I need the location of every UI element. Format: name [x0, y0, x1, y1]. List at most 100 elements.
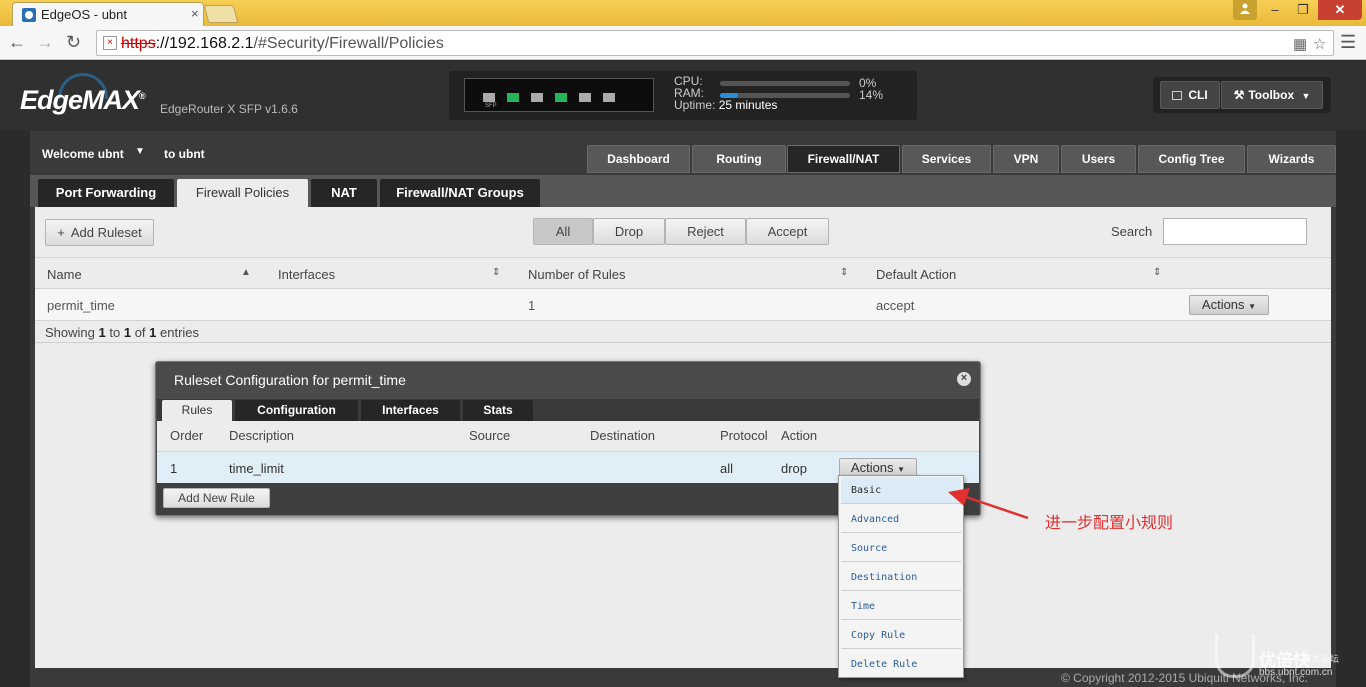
to-user-label: to ubnt — [164, 147, 205, 161]
edgemax-logo: EdgeMAX® — [20, 85, 146, 115]
cpu-bar — [720, 81, 850, 86]
rule-protocol: all — [720, 461, 734, 476]
nav-dashboard[interactable]: Dashboard — [587, 145, 690, 173]
ruleset-default-action: accept — [876, 298, 915, 313]
insecure-lock-icon[interactable]: × — [103, 36, 117, 50]
header-buttons: CLI ⚒ Toolbox ▼ — [1153, 77, 1331, 113]
translate-icon[interactable]: ▦ — [1293, 35, 1307, 53]
sort-icon[interactable]: ⇕ — [1153, 267, 1161, 278]
nav-wizards[interactable]: Wizards — [1247, 145, 1336, 173]
nav-users[interactable]: Users — [1061, 145, 1136, 173]
dialog-tab-stats[interactable]: Stats — [463, 400, 533, 421]
divider — [35, 342, 1331, 343]
rules-table: Order Description Source Destination Pro… — [157, 421, 979, 483]
tab-firewall-nat-groups[interactable]: Firewall/NAT Groups — [380, 179, 540, 207]
uptime-row: Uptime: 25 minutes — [674, 98, 778, 112]
tab-firewall-policies[interactable]: Firewall Policies — [177, 179, 308, 207]
user-profile-icon[interactable] — [1233, 0, 1257, 20]
wrench-icon: ⚒ — [1233, 88, 1245, 102]
filter-all-button[interactable]: All — [533, 218, 593, 245]
filter-drop-button[interactable]: Drop — [593, 218, 665, 245]
terminal-icon — [1172, 91, 1183, 100]
maximize-button[interactable]: ❐ — [1290, 0, 1316, 20]
port-sfp — [483, 93, 495, 102]
nav-services[interactable]: Services — [902, 145, 991, 173]
rule-order: 1 — [170, 461, 178, 476]
port-eth1 — [531, 93, 543, 102]
chevron-down-icon: ▼ — [897, 465, 906, 474]
back-arrow-icon[interactable]: ← — [8, 32, 26, 52]
dialog-tab-interfaces[interactable]: Interfaces — [361, 400, 460, 421]
menu-item-basic[interactable]: Basic — [841, 477, 961, 504]
col-number-of-rules[interactable]: Number of Rules — [528, 267, 626, 282]
browser-toolbar: ← → ↻ × https://192.168.2.1/#Security/Fi… — [0, 26, 1366, 60]
add-ruleset-button[interactable]: + Add Ruleset — [45, 219, 154, 246]
col-order: Order — [170, 428, 204, 443]
col-source: Source — [469, 428, 511, 443]
system-status: SFP CPU: RAM: Uptime: 25 minutes 0% 14% — [449, 71, 917, 120]
nav-config-tree[interactable]: Config Tree — [1138, 145, 1245, 173]
close-icon[interactable]: × — [957, 372, 971, 386]
filter-reject-button[interactable]: Reject — [665, 218, 746, 245]
browser-menu-icon[interactable]: ☰ — [1340, 32, 1356, 53]
welcome-user[interactable]: Welcome ubnt — [42, 147, 124, 161]
annotation-arrow-icon — [948, 488, 1029, 520]
reload-icon[interactable]: ↻ — [66, 32, 81, 52]
nav-vpn[interactable]: VPN — [993, 145, 1059, 173]
dialog-tab-configuration[interactable]: Configuration — [235, 400, 358, 421]
col-description: Description — [229, 428, 295, 443]
menu-item-source[interactable]: Source — [841, 535, 961, 562]
favicon-icon — [22, 8, 36, 22]
app-header: EdgeMAX® EdgeRouter X SFP v1.6.6 SFP CPU… — [0, 61, 1366, 131]
panel-toolbar: + Add Ruleset All Drop Reject Accept Sear… — [35, 207, 1331, 257]
menu-item-time[interactable]: Time — [841, 593, 961, 620]
chevron-down-icon: ▼ — [1248, 302, 1257, 311]
sort-icon[interactable]: ⇕ — [492, 267, 500, 278]
ram-bar — [720, 93, 850, 98]
tab-title: EdgeOS - ubnt — [41, 7, 127, 22]
col-action: Action — [781, 428, 818, 443]
col-protocol: Protocol — [720, 428, 768, 443]
rule-description: time_limit — [229, 461, 284, 476]
table-row[interactable]: permit_time 1 accept Actions ▼ — [35, 289, 1331, 321]
forward-arrow-icon[interactable]: → — [36, 32, 54, 52]
ram-bar-fill — [720, 93, 739, 98]
sort-icon[interactable]: ⇕ — [840, 267, 848, 278]
port-eth2 — [555, 93, 567, 102]
sort-asc-icon[interactable]: ▲ — [241, 267, 251, 278]
address-bar[interactable]: × https://192.168.2.1/#Security/Firewall… — [96, 30, 1334, 56]
nav-routing[interactable]: Routing — [692, 145, 786, 173]
rule-action: drop — [781, 461, 808, 476]
chevron-down-icon: ▼ — [1301, 91, 1311, 101]
close-window-button[interactable]: ✕ — [1318, 0, 1362, 20]
search-input[interactable] — [1163, 218, 1307, 245]
url-text: https://192.168.2.1/#Security/Firewall/P… — [121, 35, 444, 52]
new-tab-button[interactable] — [203, 5, 239, 23]
menu-item-advanced[interactable]: Advanced — [841, 506, 961, 533]
port-eth3 — [579, 93, 591, 102]
col-interfaces[interactable]: Interfaces — [278, 267, 335, 282]
bookmark-star-icon[interactable]: ☆ — [1313, 35, 1326, 53]
menu-item-delete-rule[interactable]: Delete Rule — [841, 651, 961, 678]
tab-port-forwarding[interactable]: Port Forwarding — [38, 179, 174, 207]
browser-titlebar: EdgeOS - ubnt × – ❐ ✕ — [0, 0, 1366, 26]
browser-tab[interactable]: EdgeOS - ubnt × — [12, 2, 204, 26]
minimize-button[interactable]: – — [1262, 0, 1288, 20]
cli-button[interactable]: CLI — [1160, 81, 1220, 109]
watermark-sub: 技术论坛 — [1303, 654, 1340, 664]
tab-close-icon[interactable]: × — [191, 6, 199, 21]
menu-item-destination[interactable]: Destination — [841, 564, 961, 591]
tab-nat[interactable]: NAT — [311, 179, 377, 207]
col-default-action[interactable]: Default Action — [876, 267, 956, 282]
filter-accept-button[interactable]: Accept — [746, 218, 829, 245]
chevron-down-icon[interactable]: ▼ — [135, 146, 145, 157]
add-new-rule-button[interactable]: Add New Rule — [163, 488, 270, 508]
ruleset-actions-button[interactable]: Actions ▼ — [1189, 295, 1269, 315]
dialog-tab-rules[interactable]: Rules — [162, 400, 232, 421]
watermark-url: bbs.ubnt.com.cn — [1259, 667, 1333, 678]
menu-item-copy-rule[interactable]: Copy Rule — [841, 622, 961, 649]
uptime-value: 25 minutes — [718, 98, 778, 112]
nav-firewall-nat[interactable]: Firewall/NAT — [787, 145, 900, 173]
toolbox-button[interactable]: ⚒ Toolbox ▼ — [1221, 81, 1323, 109]
col-name[interactable]: Name — [47, 267, 82, 282]
